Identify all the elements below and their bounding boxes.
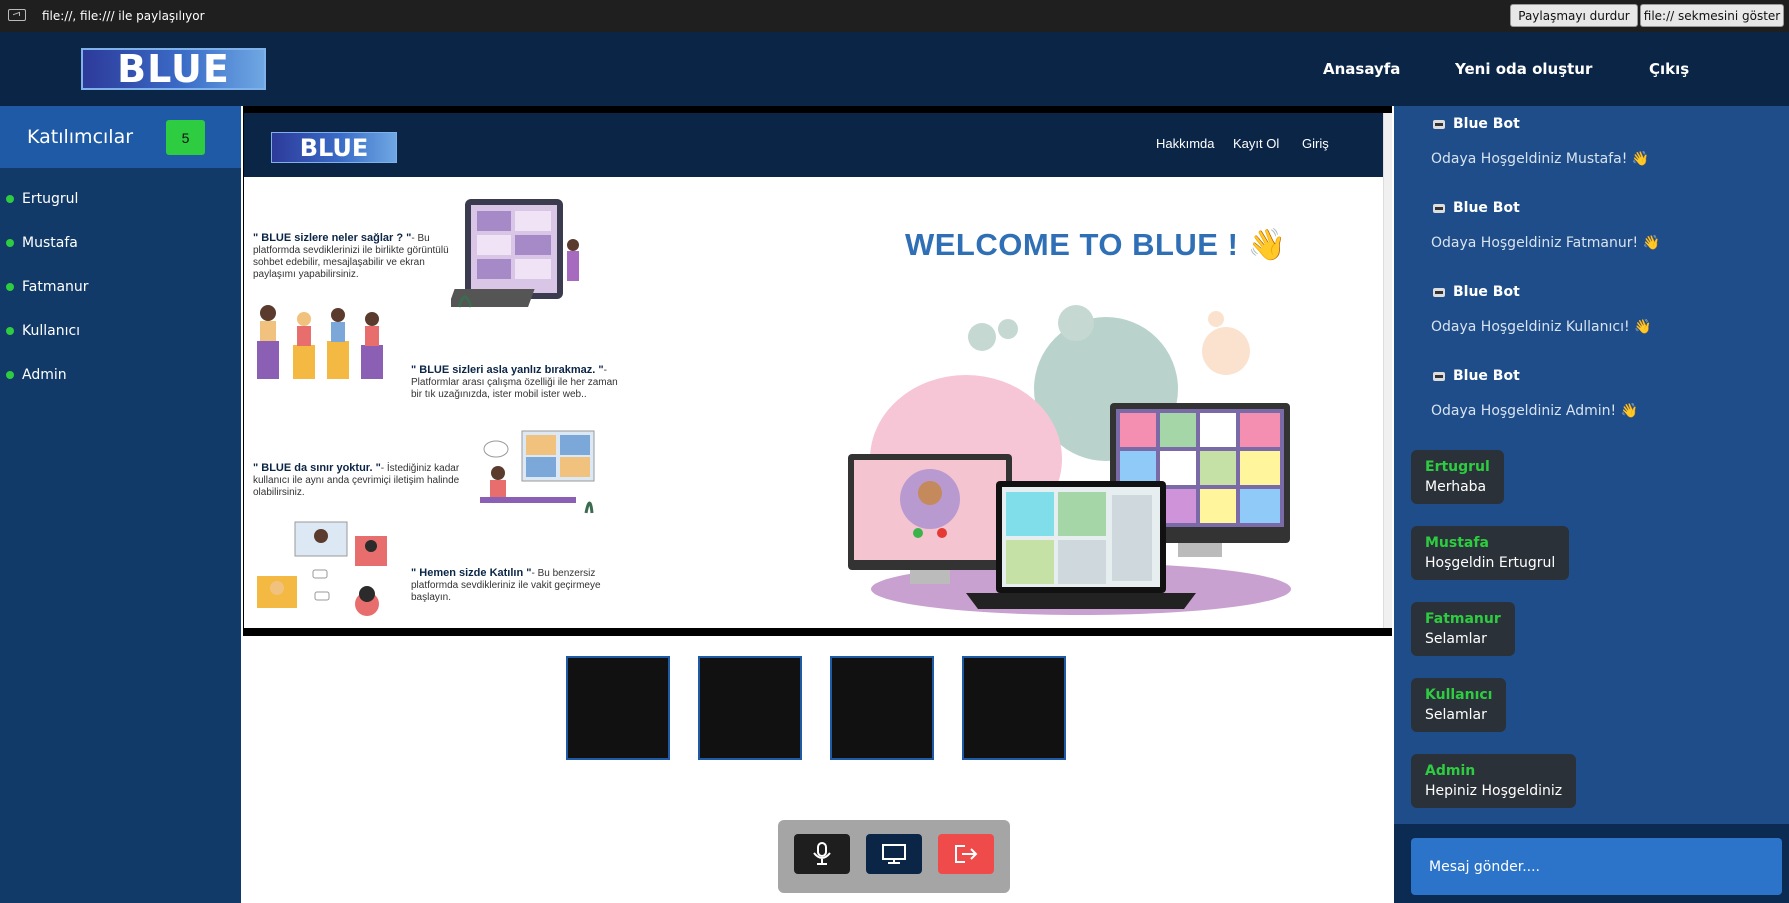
nav-logout-link[interactable]: Çıkış [1649, 60, 1689, 78]
online-dot-icon [6, 371, 14, 379]
welcome-heading: WELCOME TO BLUE ! 👋 [905, 227, 1287, 262]
robot-icon [1433, 288, 1445, 297]
message-author: Mustafa [1425, 535, 1489, 551]
screen-share-bar: file://, file:/// ile paylaşılıyor Payla… [0, 0, 1789, 32]
chat-message-input[interactable]: Mesaj gönder.... [1411, 838, 1782, 895]
leave-call-button[interactable] [938, 834, 994, 874]
shared-page-logo: BLUE [271, 132, 397, 163]
bot-message-author: Blue Bot [1432, 368, 1520, 384]
participant-item: Kullanıcı [6, 323, 80, 339]
message-author: Fatmanur [1425, 611, 1501, 627]
message-text: Merhaba [1425, 479, 1487, 495]
show-tab-button[interactable]: file:// sekmesini göster [1640, 4, 1784, 27]
video-tile [698, 656, 802, 760]
message-text: Hepiniz Hoşgeldiniz [1425, 783, 1563, 799]
feature-text: " BLUE sizlere neler sağlar ? "- Bu plat… [253, 232, 449, 280]
bot-message-text: Odaya Hoşgeldiniz Fatmanur! 👋 [1431, 235, 1660, 251]
participant-item: Ertugrul [6, 191, 78, 207]
message-author: Ertugrul [1425, 459, 1490, 475]
shared-screen-view[interactable]: BLUE Hakkımda Kayıt Ol Giriş " BLUE sizl… [244, 113, 1384, 628]
screen-share-icon [8, 9, 26, 21]
chat-message: Admin Hepiniz Hoşgeldiniz [1411, 754, 1577, 808]
people-phones-illustration [257, 305, 383, 379]
feature-text: " BLUE da sınır yoktur. "- İstediğiniz k… [253, 462, 460, 498]
bot-message-text: Odaya Hoşgeldiniz Kullanıcı! 👋 [1431, 319, 1652, 335]
online-dot-icon [6, 283, 14, 291]
chat-message: Mustafa Hoşgeldin Ertugrul [1411, 526, 1570, 580]
bot-message-author: Blue Bot [1432, 200, 1520, 216]
participant-item: Admin [6, 367, 67, 383]
feature-text: " BLUE sizleri asla yanlız bırakmaz. "- … [411, 364, 618, 400]
robot-icon [1433, 204, 1445, 213]
devices-video-call-illustration [848, 305, 1291, 615]
online-dot-icon [6, 327, 14, 335]
nav-new-room-link[interactable]: Yeni oda oluştur [1455, 60, 1592, 78]
screen-share-button[interactable] [866, 834, 922, 874]
chat-message: Kullanıcı Selamlar [1411, 678, 1507, 732]
participant-item: Fatmanur [6, 279, 89, 295]
share-status-text: file://, file:/// ile paylaşılıyor [42, 9, 205, 23]
feature-text: " Hemen sizde Katılın "- Bu benzersiz pl… [411, 567, 601, 603]
participants-header: Katılımcılar 5 [0, 106, 241, 168]
message-text: Selamlar [1425, 631, 1487, 647]
shared-nav-register: Kayıt Ol [1233, 136, 1280, 151]
chat-message: Fatmanur Selamlar [1411, 602, 1515, 656]
call-controls [778, 820, 1010, 893]
participants-sidebar: Katılımcılar 5 Ertugrul Mustafa Fatmanur… [0, 106, 241, 903]
shared-nav-about: Hakkımda [1156, 136, 1215, 151]
robot-icon [1433, 372, 1445, 381]
remote-meeting-illustration [480, 430, 595, 514]
video-tile [566, 656, 670, 760]
online-dot-icon [6, 239, 14, 247]
microphone-icon [813, 842, 831, 865]
participants-title: Katılımcılar [27, 126, 134, 148]
shared-view-scrollbar[interactable] [1383, 113, 1392, 628]
blue-logo[interactable]: BLUE [81, 47, 266, 91]
bot-message-author: Blue Bot [1432, 116, 1520, 132]
stop-sharing-button[interactable]: Paylaşmayı durdur [1510, 4, 1638, 27]
message-author: Admin [1425, 763, 1476, 779]
microphone-button[interactable] [794, 834, 850, 874]
robot-icon [1433, 120, 1445, 129]
nav-home-link[interactable]: Anasayfa [1323, 60, 1400, 78]
bot-message-text: Odaya Hoşgeldiniz Admin! 👋 [1431, 403, 1639, 419]
video-call-illustration [451, 199, 579, 308]
bot-message-text: Odaya Hoşgeldiniz Mustafa! 👋 [1431, 151, 1650, 167]
shared-nav-login: Giriş [1302, 136, 1329, 151]
participant-count-badge: 5 [166, 120, 205, 155]
message-text: Hoşgeldin Ertugrul [1425, 555, 1556, 571]
leave-icon [955, 845, 978, 863]
chat-people-illustration [257, 521, 387, 616]
video-tile [830, 656, 934, 760]
chat-message: Ertugrul Merhaba [1411, 450, 1504, 504]
bot-message-author: Blue Bot [1432, 284, 1520, 300]
message-author: Kullanıcı [1425, 687, 1493, 703]
message-text: Selamlar [1425, 707, 1487, 723]
shared-page-navbar: BLUE Hakkımda Kayıt Ol Giriş [244, 113, 1384, 177]
screen-share-icon [882, 844, 906, 864]
wave-hand-icon: 👋 [1247, 227, 1287, 262]
video-tile [962, 656, 1066, 760]
online-dot-icon [6, 195, 14, 203]
participant-item: Mustafa [6, 235, 78, 251]
